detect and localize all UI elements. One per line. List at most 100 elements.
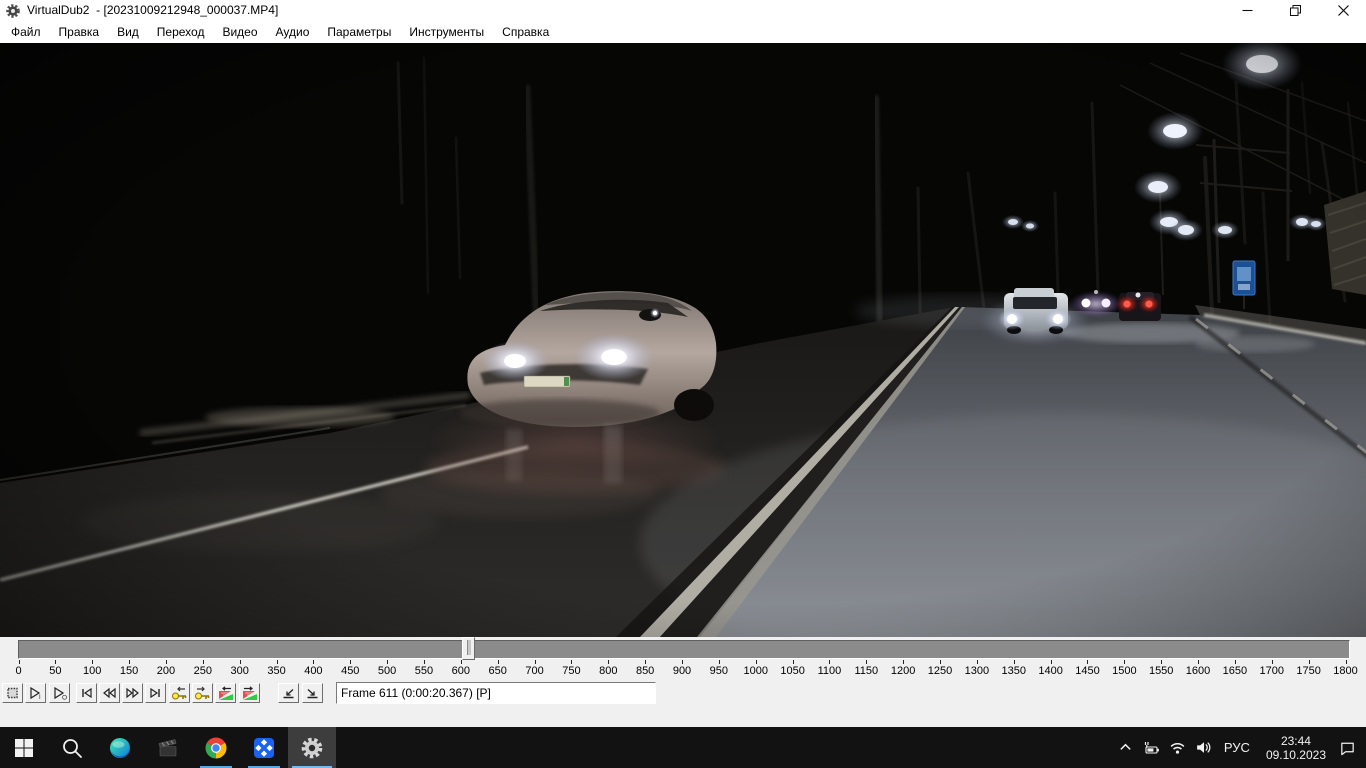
- tray-notification-icon[interactable]: [1339, 739, 1356, 756]
- menu-help[interactable]: Справка: [493, 21, 558, 43]
- edge-icon: [108, 736, 132, 760]
- tray-volume-icon[interactable]: [1195, 739, 1212, 756]
- go-end-button[interactable]: [145, 683, 166, 703]
- tray-language-indicator[interactable]: РУС: [1221, 740, 1253, 755]
- timeline-tick-label: 1100: [818, 665, 842, 677]
- system-tray: РУС 23:44 09.10.2023: [1117, 727, 1366, 768]
- timeline-tick: [645, 660, 646, 664]
- blue-grid-app-icon: [252, 736, 276, 760]
- timeline-tick: [866, 660, 867, 664]
- taskbar-search-button[interactable]: [48, 727, 96, 768]
- menu-tools[interactable]: Инструменты: [400, 21, 493, 43]
- timeline-tick: [461, 660, 462, 664]
- timeline-track[interactable]: [18, 640, 1350, 659]
- timeline-tick: [1309, 660, 1310, 664]
- menu-bar: Файл Правка Вид Переход Видео Аудио Пара…: [0, 21, 1366, 43]
- timeline-tick-label: 1650: [1223, 665, 1247, 677]
- menu-view[interactable]: Вид: [108, 21, 148, 43]
- timeline-tick: [1198, 660, 1199, 664]
- tray-battery-icon[interactable]: [1143, 739, 1160, 756]
- timeline-tick-label: 950: [710, 665, 728, 677]
- menu-video[interactable]: Видео: [213, 21, 266, 43]
- timeline-tick-label: 1600: [1186, 665, 1210, 677]
- minimize-icon: [1242, 5, 1253, 16]
- timeline-tick-label: 1250: [928, 665, 952, 677]
- taskbar-media-app-button[interactable]: [144, 727, 192, 768]
- timeline-tick: [203, 660, 204, 664]
- timeline-tick: [756, 660, 757, 664]
- next-scene-icon: [241, 686, 258, 701]
- timeline-tick: [1235, 660, 1236, 664]
- taskbar-chrome-button[interactable]: [192, 727, 240, 768]
- timeline-tick: [829, 660, 830, 664]
- tray-clock[interactable]: 23:44 09.10.2023: [1262, 734, 1330, 762]
- timeline-tick-label: 600: [452, 665, 470, 677]
- play-input-button[interactable]: I: [25, 683, 46, 703]
- video-frame-night-road: [0, 43, 1366, 637]
- timeline-tick: [682, 660, 683, 664]
- app-gear-icon: [5, 3, 21, 19]
- timeline-tick-label: 550: [415, 665, 433, 677]
- virtualdub-gear-icon: [299, 735, 325, 761]
- taskbar-virtualdub-button[interactable]: [288, 727, 336, 768]
- backward-button[interactable]: [99, 683, 120, 703]
- timeline-tick: [1124, 660, 1125, 664]
- timeline-tick-label: 1550: [1149, 665, 1173, 677]
- timeline-tick-label: 250: [194, 665, 212, 677]
- timeline-tick-label: 1700: [1260, 665, 1284, 677]
- timeline-tick-label: 400: [304, 665, 322, 677]
- close-button[interactable]: [1320, 0, 1366, 21]
- timeline-tick: [277, 660, 278, 664]
- close-icon: [1338, 5, 1349, 16]
- mark-out-icon: [305, 686, 320, 700]
- timeline-tick-label: 650: [489, 665, 507, 677]
- menu-edit[interactable]: Правка: [50, 21, 109, 43]
- next-keyframe-icon: [194, 686, 211, 701]
- svg-text:I: I: [39, 695, 41, 700]
- prev-scene-button[interactable]: [215, 683, 236, 703]
- timeline-tick: [498, 660, 499, 664]
- taskbar-edge-button[interactable]: [96, 727, 144, 768]
- mark-out-button[interactable]: [302, 683, 323, 703]
- go-start-icon: [79, 686, 94, 700]
- prev-keyframe-button[interactable]: [169, 683, 190, 703]
- menu-options[interactable]: Параметры: [318, 21, 400, 43]
- start-button[interactable]: [0, 727, 48, 768]
- timeline-tick-label: 0: [15, 665, 21, 677]
- timeline-tick-label: 150: [120, 665, 138, 677]
- mark-in-button[interactable]: [278, 683, 299, 703]
- chrome-icon: [204, 736, 228, 760]
- timeline-tick-label: 350: [267, 665, 285, 677]
- prev-scene-icon: [217, 686, 234, 701]
- taskbar-blue-grid-app-button[interactable]: [240, 727, 288, 768]
- tray-wifi-icon[interactable]: [1169, 739, 1186, 756]
- timeline-tick-label: 200: [157, 665, 175, 677]
- tray-date: 09.10.2023: [1266, 748, 1326, 762]
- forward-icon: [125, 686, 140, 700]
- menu-audio[interactable]: Аудио: [267, 21, 319, 43]
- timeline-tick-label: 100: [83, 665, 101, 677]
- timeline-tick: [19, 660, 20, 664]
- timeline-thumb[interactable]: [462, 637, 475, 660]
- stop-button[interactable]: [2, 683, 23, 703]
- go-start-button[interactable]: [76, 683, 97, 703]
- timeline-tick: [129, 660, 130, 664]
- next-scene-button[interactable]: [239, 683, 260, 703]
- mark-in-icon: [281, 686, 296, 700]
- tray-chevron-up-icon[interactable]: [1117, 739, 1134, 756]
- restore-button[interactable]: [1272, 0, 1318, 21]
- go-end-icon: [148, 686, 163, 700]
- minimize-button[interactable]: [1224, 0, 1270, 21]
- play-output-button[interactable]: O: [49, 683, 70, 703]
- timeline-tick: [719, 660, 720, 664]
- play-output-icon: O: [52, 686, 67, 700]
- search-icon: [60, 736, 84, 760]
- vignette: [0, 43, 1366, 637]
- next-keyframe-button[interactable]: [192, 683, 213, 703]
- forward-button[interactable]: [122, 683, 143, 703]
- timeline-tick-label: 800: [599, 665, 617, 677]
- menu-file[interactable]: Файл: [2, 21, 50, 43]
- timeline-tick: [1051, 660, 1052, 664]
- timeline-tick: [903, 660, 904, 664]
- menu-go[interactable]: Переход: [148, 21, 214, 43]
